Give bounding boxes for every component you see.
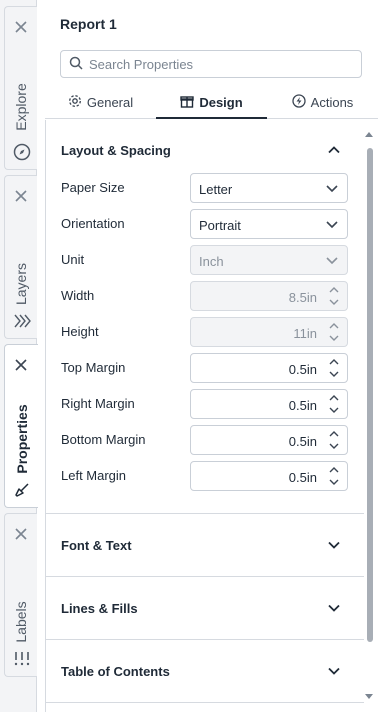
- right-margin-label: Right Margin: [61, 396, 135, 411]
- search-box[interactable]: [60, 50, 362, 78]
- tab-design-label: Design: [199, 94, 243, 110]
- top-margin-field[interactable]: 0.5in: [190, 353, 348, 383]
- stepper-icon[interactable]: [327, 428, 341, 452]
- section-layout-spacing[interactable]: Layout & Spacing: [46, 120, 364, 180]
- tab-explore-label: Explore: [13, 83, 29, 131]
- chevron-down-icon: [326, 537, 342, 553]
- section-title: Lines & Fills: [61, 600, 138, 616]
- layers-icon: [13, 312, 31, 330]
- bottom-margin-value: 0.5in: [288, 434, 317, 449]
- width-field: 8.5in: [190, 281, 348, 311]
- compass-icon: [13, 143, 31, 161]
- close-icon[interactable]: [12, 525, 30, 543]
- paper-size-select[interactable]: Letter: [190, 173, 348, 203]
- bottom-margin-field[interactable]: 0.5in: [190, 425, 348, 455]
- tab-properties-label: Properties: [13, 404, 30, 474]
- chevron-up-icon: [326, 142, 342, 158]
- chevron-down-icon: [326, 663, 342, 679]
- top-margin-value: 0.5in: [288, 362, 317, 377]
- tab-labels-label: Labels: [13, 601, 29, 643]
- section-font-text[interactable]: Font & Text: [46, 515, 364, 575]
- chevron-down-icon: [325, 181, 339, 195]
- section-lines-fills[interactable]: Lines & Fills: [46, 578, 364, 638]
- tab-properties[interactable]: Properties: [4, 344, 38, 508]
- close-icon[interactable]: [12, 187, 30, 205]
- close-icon[interactable]: [12, 18, 30, 36]
- stepper-icon: [327, 284, 341, 308]
- tab-layers-label: Layers: [13, 262, 29, 306]
- tab-layers[interactable]: Layers: [4, 175, 37, 339]
- stepper-icon: [327, 320, 341, 344]
- chevron-down-icon: [326, 600, 342, 616]
- stepper-icon[interactable]: [327, 392, 341, 416]
- unit-value: Inch: [199, 254, 224, 269]
- stepper-icon[interactable]: [327, 356, 341, 380]
- tab-actions-label: Actions: [310, 94, 354, 110]
- scrollbar-thumb[interactable]: [367, 148, 373, 642]
- height-label: Height: [61, 324, 99, 339]
- side-tab-rail: Explore Layers Properties Labels: [0, 0, 38, 712]
- unit-select: Inch: [190, 245, 348, 275]
- section-title: Font & Text: [61, 537, 132, 553]
- page-title: Report 1: [60, 16, 117, 32]
- height-value: 11in: [293, 326, 317, 341]
- height-field: 11in: [190, 317, 348, 347]
- right-margin-value: 0.5in: [288, 398, 317, 413]
- tab-general-label: General: [86, 94, 134, 110]
- close-icon[interactable]: [12, 356, 30, 374]
- section-divider: [46, 702, 364, 703]
- tab-design[interactable]: Design: [156, 86, 267, 119]
- orientation-value: Portrait: [199, 218, 241, 233]
- width-label: Width: [61, 288, 95, 303]
- tab-general[interactable]: General: [45, 86, 156, 118]
- section-table-of-contents[interactable]: Table of Contents: [46, 641, 364, 701]
- left-margin-field[interactable]: 0.5in: [190, 461, 348, 491]
- tab-actions[interactable]: Actions: [267, 86, 378, 118]
- section-divider: [46, 576, 364, 577]
- properties-panel: Report 1 General Design Actions: [37, 0, 386, 712]
- right-margin-field[interactable]: 0.5in: [190, 389, 348, 419]
- orientation-label: Orientation: [61, 216, 125, 231]
- stepper-icon[interactable]: [327, 464, 341, 488]
- section-title: Layout & Spacing: [61, 142, 171, 158]
- search-icon: [69, 56, 83, 73]
- paper-size-label: Paper Size: [61, 180, 125, 195]
- chevron-down-icon: [325, 253, 339, 267]
- tab-labels[interactable]: Labels: [4, 513, 37, 677]
- unit-label: Unit: [61, 252, 85, 267]
- left-margin-value: 0.5in: [288, 470, 317, 485]
- width-value: 8.5in: [288, 290, 317, 305]
- section-divider: [46, 513, 364, 514]
- orientation-select[interactable]: Portrait: [190, 209, 348, 239]
- property-tabs: General Design Actions: [45, 86, 378, 119]
- properties-content: Layout & Spacing Paper Size Letter Orien…: [45, 120, 378, 712]
- chevron-down-icon: [325, 217, 339, 231]
- labels-icon: [13, 650, 31, 668]
- scroll-down-arrow-icon[interactable]: [364, 693, 374, 701]
- scroll-up-arrow-icon[interactable]: [364, 130, 374, 138]
- bolt-icon: [292, 93, 306, 111]
- section-divider: [46, 639, 364, 640]
- bottom-margin-label: Bottom Margin: [61, 432, 146, 447]
- search-input[interactable]: [89, 56, 349, 72]
- paint-brush-icon: [13, 481, 31, 499]
- tab-explore[interactable]: Explore: [4, 6, 37, 170]
- left-margin-label: Left Margin: [61, 468, 127, 483]
- scrollbar[interactable]: [364, 130, 374, 705]
- paper-size-value: Letter: [199, 182, 233, 197]
- gift-icon: [180, 94, 195, 111]
- gear-icon: [68, 94, 82, 111]
- section-title: Table of Contents: [61, 663, 170, 679]
- top-margin-label: Top Margin: [61, 360, 126, 375]
